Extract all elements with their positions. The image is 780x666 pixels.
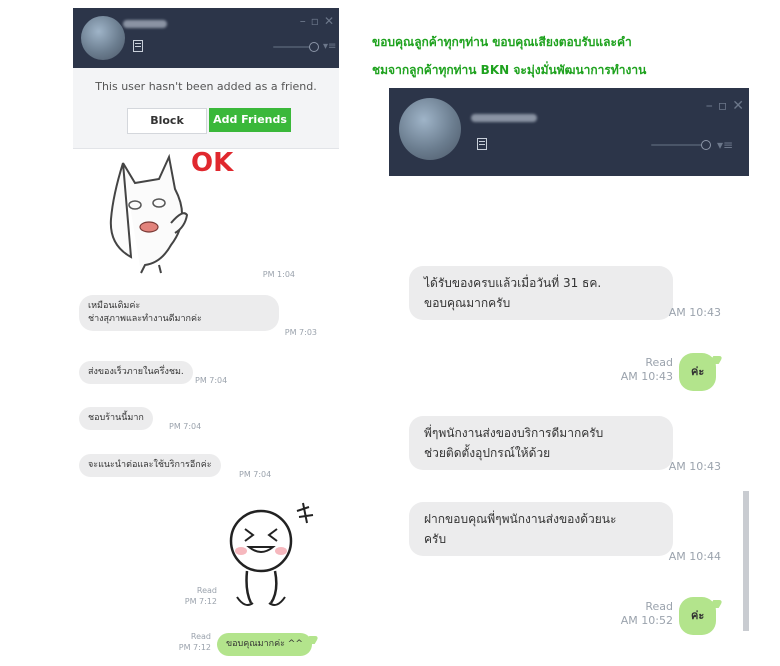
contact-name-blurred [471, 114, 537, 122]
message-time: PM 7:04 [195, 376, 228, 385]
minimize-icon[interactable]: – [706, 98, 718, 114]
laughing-sticker-icon [229, 502, 314, 606]
chat-area[interactable]: OK PM 1:04 เหมือนเดิมค่ะ ช่างสุภาพและทำง… [73, 148, 339, 666]
avatar[interactable] [81, 16, 125, 60]
sent-message-bubble[interactable]: ค่ะ [679, 597, 717, 635]
sticker-cat-ok: OK [101, 148, 251, 274]
close-icon[interactable]: ✕ [324, 14, 339, 28]
chat-window-left: –▫✕ ▾≡ This user hasn't been added as a … [73, 8, 339, 666]
sent-message-bubble[interactable]: ค่ะ [679, 353, 717, 391]
message-time: AM 10:43 [668, 460, 721, 473]
friend-notice-bar: This user hasn't been added as a friend.… [73, 68, 339, 149]
message-time: AM 10:43 [668, 306, 721, 319]
cat-sticker-icon: OK [109, 148, 234, 274]
message-bubble[interactable]: ชอบร้านนี้มาก [79, 407, 153, 430]
message-status: Read AM 10:43 [620, 356, 673, 383]
message-bubble[interactable]: ได้รับของครบแล้วเมื่อวันที่ 31 ธค. ขอบคุ… [409, 266, 673, 320]
maximize-icon[interactable]: ▫ [311, 14, 324, 28]
message-status: Read PM 7:12 [178, 632, 211, 652]
message-status: Read AM 10:52 [620, 600, 673, 627]
minimize-icon[interactable]: – [300, 14, 311, 28]
message-bubble[interactable]: จะแนะนำต่อและใช้บริการอีกค่ะ [79, 454, 221, 477]
message-time: AM 10:44 [668, 550, 721, 563]
window-controls: –▫✕ [300, 14, 339, 28]
caption-line-1: ขอบคุณลูกค้าทุกๆท่าน ขอบคุณเสียงตอบรับแล… [372, 35, 632, 49]
menu-icon[interactable]: ▾≡ [717, 138, 733, 152]
window-controls: –▫✕ [706, 98, 749, 114]
message-status: Read PM 7:12 [184, 586, 217, 606]
message-bubble[interactable]: เหมือนเดิมค่ะ ช่างสุภาพและทำงานดีมากค่ะ [79, 295, 279, 331]
volume-slider[interactable] [651, 140, 711, 150]
menu-icon[interactable]: ▾≡ [323, 41, 336, 52]
note-icon[interactable] [133, 40, 143, 52]
message-bubble[interactable]: ส่งของเร็วภายในครึ่งชม. [79, 361, 193, 384]
sticker-laughing [223, 499, 329, 613]
maximize-icon[interactable]: ▫ [718, 98, 733, 114]
message-time: PM 7:04 [239, 470, 272, 479]
sent-message-bubble[interactable]: ขอบคุณมากค่ะ ^^ [217, 633, 312, 656]
message-time: PM 7:03 [284, 328, 317, 337]
title-bar: –▫✕ ▾≡ [389, 88, 749, 176]
contact-name-blurred [123, 20, 167, 28]
chat-area[interactable]: ได้รับของครบแล้วเมื่อวันที่ 31 ธค. ขอบคุ… [389, 176, 749, 635]
volume-slider[interactable] [273, 42, 319, 52]
message-bubble[interactable]: พี่ๆพนักงานส่งของบริการดีมากครับ ช่วยติด… [409, 416, 673, 470]
chat-window-right: –▫✕ ▾≡ ได้รับของครบแล้วเมื่อวันที่ 31 ธค… [389, 88, 749, 635]
block-button[interactable]: Block [127, 108, 207, 134]
scrollbar[interactable] [743, 491, 749, 631]
close-icon[interactable]: ✕ [732, 98, 749, 114]
ok-text: OK [191, 149, 234, 178]
message-time: PM 1:04 [262, 270, 295, 279]
title-bar: –▫✕ ▾≡ [73, 8, 339, 68]
caption-line-2: ชมจากลูกค้าทุกท่าน BKN จะมุ่งมั่นพัฒนากา… [372, 63, 647, 77]
note-icon[interactable] [477, 138, 487, 150]
message-time: PM 7:04 [169, 422, 202, 431]
avatar[interactable] [399, 98, 461, 160]
friend-notice-text: This user hasn't been added as a friend. [95, 80, 317, 93]
message-bubble[interactable]: ฝากขอบคุณพี่ๆพนักงานส่งของด้วยนะ ครับ [409, 502, 673, 556]
add-friends-button[interactable]: Add Friends [209, 108, 291, 132]
